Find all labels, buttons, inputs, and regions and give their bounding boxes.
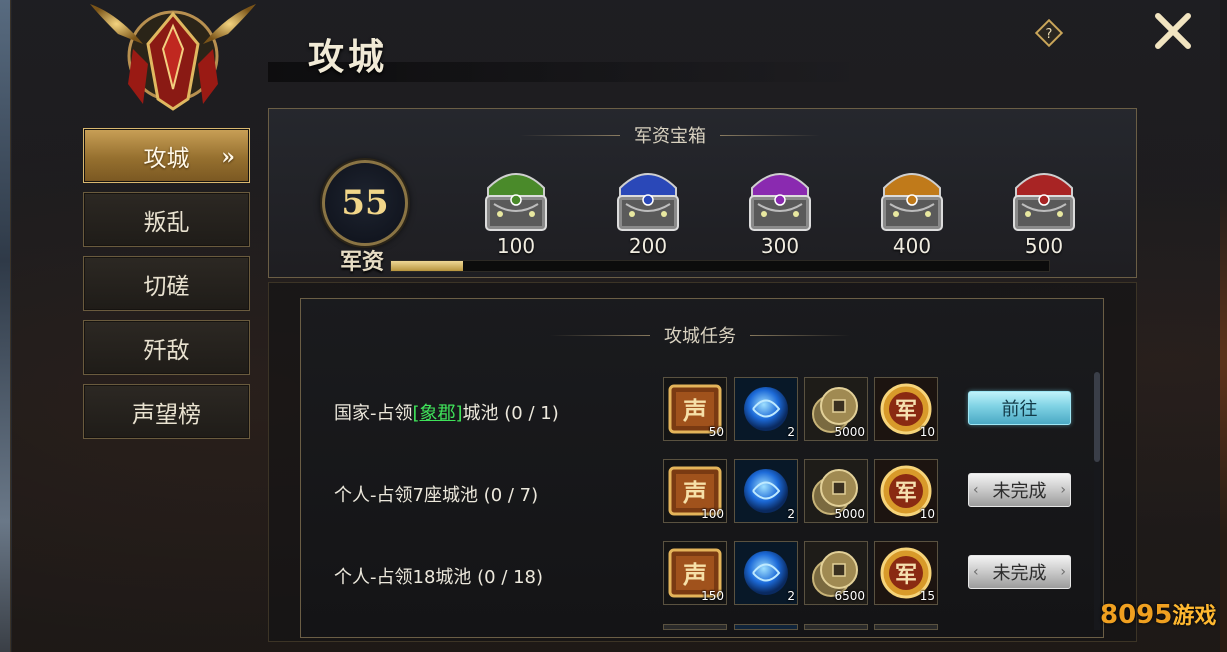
reward-military-token-icon[interactable]: 军 10 bbox=[874, 377, 938, 441]
chest-threshold-label: 400 bbox=[892, 234, 932, 258]
reward-reputation-icon[interactable]: 声 150 bbox=[663, 541, 727, 605]
button-label: 未完成 bbox=[992, 563, 1047, 584]
reward-military-token-icon[interactable]: 军 15 bbox=[874, 541, 938, 605]
close-button[interactable] bbox=[1152, 10, 1194, 52]
reward-blue-orb-icon[interactable]: 2 bbox=[734, 541, 798, 605]
chest-threshold-label: 200 bbox=[628, 234, 668, 258]
reward-coin-icon[interactable]: 5000 bbox=[804, 459, 868, 523]
help-button[interactable]: ? bbox=[1034, 18, 1064, 48]
tab-reputation-rank[interactable]: 声望榜 bbox=[83, 384, 250, 439]
tab-label: 攻城 bbox=[143, 145, 190, 172]
target-city-link[interactable]: [象郡] bbox=[413, 403, 463, 424]
task-row: 国家-占领[象郡]城池 (0 / 1) 声 50 2 5000 军 10 前往 bbox=[300, 377, 1100, 443]
reward-reputation-icon[interactable]: 声 100 bbox=[663, 459, 727, 523]
svg-text:军: 军 bbox=[895, 480, 917, 506]
reward-quantity: 50 bbox=[708, 425, 724, 439]
tab-label: 叛乱 bbox=[143, 209, 190, 236]
treasure-chest-icon bbox=[485, 173, 547, 231]
site-watermark-logo: 8095游戏 bbox=[1100, 600, 1217, 630]
svg-text:军: 军 bbox=[895, 562, 917, 588]
chest-500[interactable] bbox=[1008, 160, 1080, 238]
reward-blue-orb-icon[interactable]: 2 bbox=[734, 459, 798, 523]
task-section-title: 攻城任务 bbox=[550, 322, 850, 348]
task-name: 个人-占领7座城池 (0 / 7) bbox=[334, 485, 539, 506]
chest-200[interactable] bbox=[612, 160, 684, 238]
incomplete-button[interactable]: ‹ › 未完成 bbox=[968, 555, 1071, 589]
svg-text:军: 军 bbox=[895, 398, 917, 424]
siege-emblem-icon bbox=[90, 4, 256, 111]
chest-300[interactable] bbox=[744, 160, 816, 238]
reward-quantity: 2 bbox=[787, 425, 795, 439]
reward-coin-icon[interactable]: 6500 bbox=[804, 541, 868, 605]
military-funds-label: 军资 bbox=[340, 249, 385, 275]
window-title: 攻城 bbox=[308, 36, 389, 78]
treasure-chest-icon bbox=[617, 173, 679, 231]
chest-section-title: 军资宝箱 bbox=[520, 122, 820, 148]
question-diamond-icon: ? bbox=[1034, 18, 1064, 48]
reward-quantity: 2 bbox=[787, 589, 795, 603]
reward-coin-icon[interactable]: 5000 bbox=[804, 377, 868, 441]
task-row: 个人-占领18城池 (0 / 18) 声 150 2 6500 军 15 ‹ › 未完成 bbox=[300, 541, 1100, 607]
tab-label: 歼敌 bbox=[143, 337, 190, 364]
task-row: 个人-占领7座城池 (0 / 7) 声 100 2 5000 军 10 ‹ › 未完成 bbox=[300, 459, 1100, 525]
chest-100[interactable] bbox=[480, 160, 552, 238]
reward-quantity: 6500 bbox=[834, 589, 865, 603]
reward-quantity: 5000 bbox=[834, 507, 865, 521]
svg-text:声: 声 bbox=[682, 396, 707, 425]
task-name: 个人-占领18城池 (0 / 18) bbox=[334, 567, 544, 588]
tab-arrow-icon: » bbox=[221, 144, 235, 170]
tab-rebellion[interactable]: 叛乱 bbox=[83, 192, 250, 247]
tab-siege[interactable]: 攻城 » bbox=[83, 128, 250, 183]
tab-label: 切磋 bbox=[143, 273, 190, 300]
incomplete-button[interactable]: ‹ › 未完成 bbox=[968, 473, 1071, 507]
tab-spar[interactable]: 切磋 bbox=[83, 256, 250, 311]
chest-threshold-label: 300 bbox=[760, 234, 800, 258]
tab-label: 声望榜 bbox=[132, 401, 201, 428]
reward-quantity: 100 bbox=[701, 507, 724, 521]
military-funds-progress-bar bbox=[390, 260, 1050, 272]
reward-quantity: 150 bbox=[701, 589, 724, 603]
reward-quantity: 2 bbox=[787, 507, 795, 521]
task-row-partial bbox=[663, 624, 939, 630]
reward-blue-orb-icon[interactable]: 2 bbox=[734, 377, 798, 441]
chest-threshold-label: 500 bbox=[1024, 234, 1064, 258]
chest-threshold-label: 100 bbox=[496, 234, 536, 258]
button-label: 未完成 bbox=[992, 481, 1047, 502]
treasure-chest-icon bbox=[749, 173, 811, 231]
svg-text:?: ? bbox=[1046, 27, 1053, 42]
go-button[interactable]: 前往 bbox=[968, 391, 1071, 425]
reward-quantity: 10 bbox=[919, 425, 935, 439]
reward-quantity: 5000 bbox=[834, 425, 865, 439]
svg-text:声: 声 bbox=[682, 560, 707, 589]
close-icon bbox=[1155, 13, 1191, 49]
treasure-chest-icon bbox=[1013, 173, 1075, 231]
military-funds-badge: 55 bbox=[322, 160, 408, 246]
svg-text:声: 声 bbox=[682, 478, 707, 507]
reward-quantity: 10 bbox=[919, 507, 935, 521]
button-label: 前往 bbox=[1001, 399, 1038, 420]
reward-reputation-icon[interactable]: 声 50 bbox=[663, 377, 727, 441]
military-funds-value: 55 bbox=[341, 183, 389, 223]
sidebar: 攻城 » 叛乱 切磋 歼敌 声望榜 bbox=[83, 128, 250, 448]
treasure-chest-icon bbox=[881, 173, 943, 231]
progress-fill bbox=[391, 261, 464, 271]
reward-military-token-icon[interactable]: 军 10 bbox=[874, 459, 938, 523]
chest-400[interactable] bbox=[876, 160, 948, 238]
task-name: 国家-占领[象郡]城池 (0 / 1) bbox=[334, 403, 559, 424]
reward-quantity: 15 bbox=[919, 589, 935, 603]
tab-annihilate[interactable]: 歼敌 bbox=[83, 320, 250, 375]
